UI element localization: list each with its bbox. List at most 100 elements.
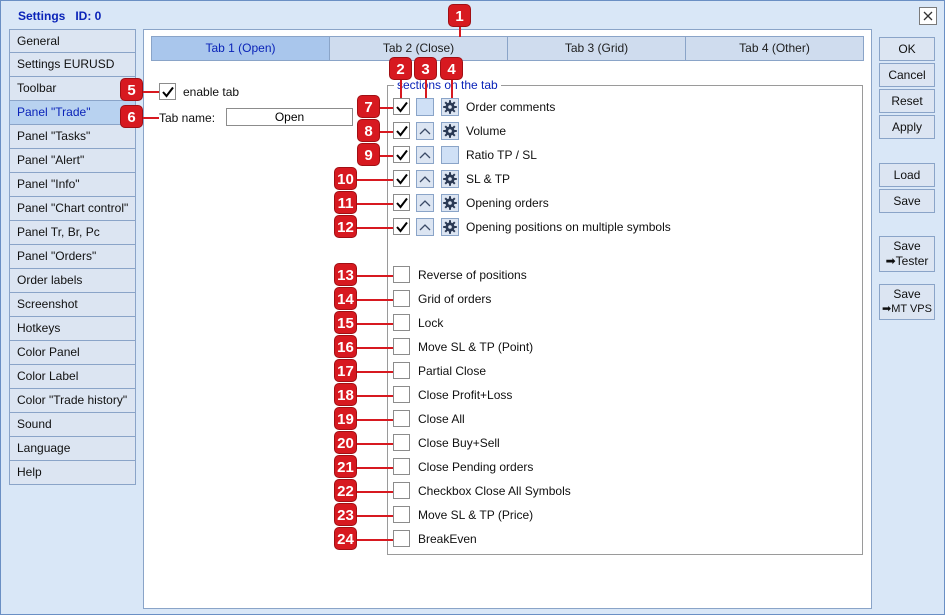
section-settings-button[interactable]	[441, 170, 459, 188]
nav-item[interactable]: Hotkeys	[9, 317, 136, 341]
move-up-button[interactable]	[416, 194, 434, 212]
nav-item[interactable]: Language	[9, 437, 136, 461]
callout-leader-line	[357, 323, 393, 325]
nav-item[interactable]: Panel "Chart control"	[9, 197, 136, 221]
callout-leader-line	[357, 443, 393, 445]
section-settings-button[interactable]	[441, 218, 459, 236]
section-settings-button[interactable]	[441, 194, 459, 212]
section-checkbox[interactable]	[393, 530, 410, 547]
section-checkbox[interactable]	[393, 194, 410, 211]
save-button[interactable]: Save	[879, 189, 935, 213]
nav-item[interactable]: Order labels	[9, 269, 136, 293]
callout-badge: 24	[334, 527, 357, 550]
section-checkbox[interactable]	[393, 434, 410, 451]
move-up-button[interactable]	[416, 218, 434, 236]
gear-icon	[443, 220, 457, 234]
callout-badge: 21	[334, 455, 357, 478]
reset-button[interactable]: Reset	[879, 89, 935, 113]
checkmark-icon	[162, 86, 174, 98]
ok-button[interactable]: OK	[879, 37, 935, 61]
section-checkbox[interactable]	[393, 362, 410, 379]
callout-leader-line	[459, 27, 461, 37]
nav-item[interactable]: Panel "Alert"	[9, 149, 136, 173]
callout-leader-line	[357, 539, 393, 541]
save-vps-button[interactable]: Save ➡MT VPS	[879, 284, 935, 320]
section-label: Partial Close	[418, 364, 487, 378]
checkmark-icon	[396, 101, 408, 113]
section-checkbox[interactable]	[393, 482, 410, 499]
settings-nav: General Settings EURUSD Toolbar Panel "Trad…	[9, 29, 136, 485]
tab-grid[interactable]: Tab 3 (Grid)	[508, 37, 686, 60]
move-up-button[interactable]	[416, 170, 434, 188]
section-checkbox[interactable]	[393, 290, 410, 307]
section-label: SL & TP	[466, 172, 511, 186]
section-label: Reverse of positions	[418, 268, 527, 282]
nav-item[interactable]: Panel Tr, Br, Pc	[9, 221, 136, 245]
gear-icon	[443, 196, 457, 210]
section-checkbox[interactable]	[393, 338, 410, 355]
callout-badge: 10	[334, 167, 357, 190]
move-up-button[interactable]	[416, 98, 434, 116]
checkmark-icon	[396, 221, 408, 233]
section-checkbox[interactable]	[393, 170, 410, 187]
section-checkbox[interactable]	[393, 314, 410, 331]
section-settings-button[interactable]	[441, 146, 459, 164]
title-bar: Settings ID: 0	[1, 1, 944, 29]
callout-leader-line	[380, 107, 393, 109]
section-label: Move SL & TP (Price)	[418, 508, 534, 522]
section-checkbox[interactable]	[393, 506, 410, 523]
section-label: Grid of orders	[418, 292, 492, 306]
section-settings-button[interactable]	[441, 98, 459, 116]
move-up-button[interactable]	[416, 146, 434, 164]
cancel-button[interactable]: Cancel	[879, 63, 935, 87]
nav-item[interactable]: Help	[9, 461, 136, 485]
nav-item[interactable]: Screenshot	[9, 293, 136, 317]
section-checkbox[interactable]	[393, 218, 410, 235]
callout-leader-line	[380, 155, 393, 157]
callout-badge: 11	[334, 191, 357, 214]
callout-badge: 4	[440, 57, 463, 80]
callout-badge: 13	[334, 263, 357, 286]
nav-item[interactable]: Sound	[9, 413, 136, 437]
section-checkbox[interactable]	[393, 458, 410, 475]
apply-button[interactable]: Apply	[879, 115, 935, 139]
load-button[interactable]: Load	[879, 163, 935, 187]
nav-item[interactable]: Settings EURUSD	[9, 53, 136, 77]
checkmark-icon	[396, 149, 408, 161]
nav-item[interactable]: Panel "Orders"	[9, 245, 136, 269]
section-checkbox[interactable]	[393, 266, 410, 283]
callout-leader-line	[357, 203, 393, 205]
save-tester-button[interactable]: Save ➡Tester	[879, 236, 935, 272]
nav-item[interactable]: Color "Trade history"	[9, 389, 136, 413]
section-label: Volume	[466, 124, 507, 138]
section-label: Close Buy+Sell	[418, 436, 500, 450]
nav-item[interactable]: Panel "Trade"	[9, 101, 136, 125]
tab-name-input[interactable]: Open	[226, 108, 353, 126]
section-checkbox[interactable]	[393, 410, 410, 427]
nav-item[interactable]: Toolbar	[9, 77, 136, 101]
close-button[interactable]	[919, 7, 937, 25]
nav-item[interactable]: Color Panel	[9, 341, 136, 365]
enable-tab-checkbox[interactable]	[159, 83, 176, 100]
gear-icon	[443, 100, 457, 114]
section-label: Close Pending orders	[418, 460, 534, 474]
checkmark-icon	[396, 197, 408, 209]
callout-leader-line	[357, 227, 393, 229]
callout-leader-line	[357, 419, 393, 421]
section-checkbox[interactable]	[393, 98, 410, 115]
section-checkbox[interactable]	[393, 146, 410, 163]
tab-other[interactable]: Tab 4 (Other)	[686, 37, 863, 60]
nav-item[interactable]: Color Label	[9, 365, 136, 389]
section-settings-button[interactable]	[441, 122, 459, 140]
nav-item[interactable]: General	[9, 29, 136, 53]
section-checkbox[interactable]	[393, 122, 410, 139]
checkmark-icon	[396, 125, 408, 137]
callout-leader-line	[357, 467, 393, 469]
section-label: Checkbox Close All Symbols	[418, 484, 571, 498]
move-up-button[interactable]	[416, 122, 434, 140]
nav-item[interactable]: Panel "Tasks"	[9, 125, 136, 149]
nav-item[interactable]: Panel "Info"	[9, 173, 136, 197]
section-checkbox[interactable]	[393, 386, 410, 403]
callout-badge: 16	[334, 335, 357, 358]
tab-open[interactable]: Tab 1 (Open)	[152, 37, 330, 60]
